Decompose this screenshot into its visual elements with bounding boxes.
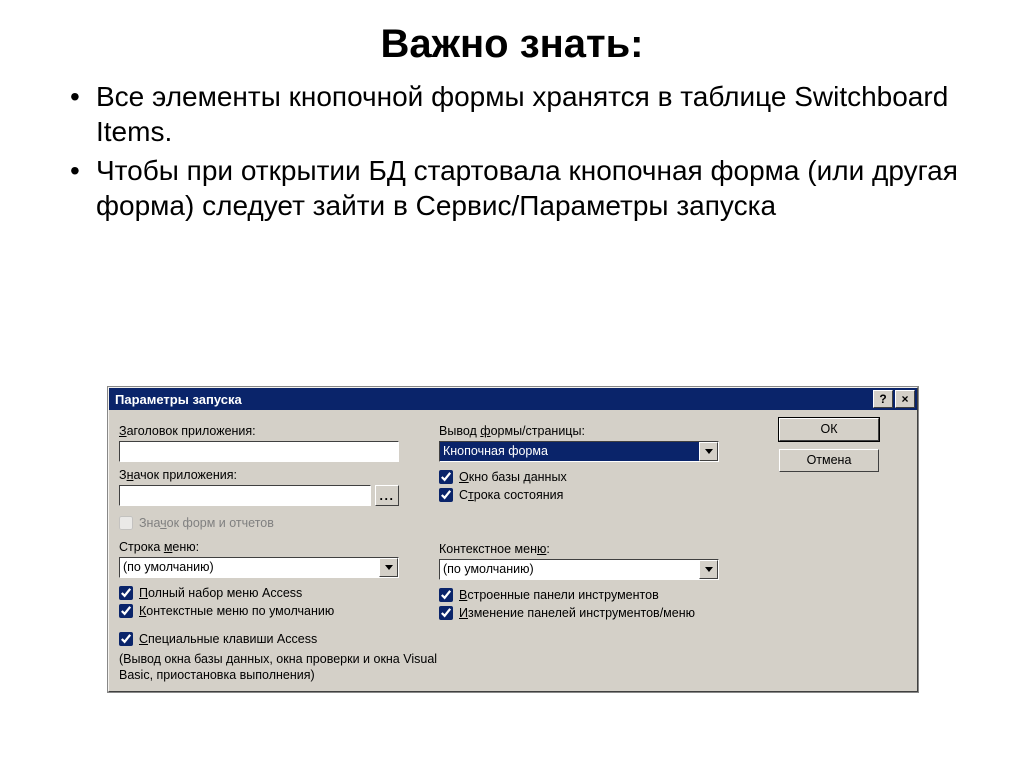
toolbar-changes-checkbox[interactable]: Изменение панелей инструментов/меню	[439, 606, 759, 620]
help-button[interactable]: ?	[873, 390, 893, 408]
status-bar-box[interactable]	[439, 488, 453, 502]
menu-bar-label: Строка меню:	[119, 540, 439, 554]
app-title-input[interactable]	[119, 441, 399, 462]
icon-forms-reports-checkbox: Значок форм и отчетов	[119, 516, 439, 530]
app-icon-input[interactable]	[119, 485, 371, 506]
status-bar-label: Строка состояния	[459, 488, 563, 502]
db-window-label: Окно базы данных	[459, 470, 567, 484]
bullet-2: Чтобы при открытии БД стартовала кнопочн…	[70, 153, 984, 223]
close-button[interactable]: ×	[895, 390, 915, 408]
toolbar-changes-label: Изменение панелей инструментов/меню	[459, 606, 695, 620]
browse-button[interactable]: ...	[375, 485, 399, 506]
icon-forms-reports-box	[119, 516, 133, 530]
full-menus-checkbox[interactable]: Полный набор меню Access	[119, 586, 439, 600]
icon-forms-reports-label: Значок форм и отчетов	[139, 516, 274, 530]
button-column: ОК Отмена	[759, 418, 899, 683]
bullet-1: Все элементы кнопочной формы хранятся в …	[70, 79, 984, 149]
status-bar-checkbox[interactable]: Строка состояния	[439, 488, 759, 502]
menu-bar-combo[interactable]: (по умолчанию)	[119, 557, 399, 578]
display-form-label: Вывод формы/страницы:	[439, 424, 759, 438]
full-menus-box[interactable]	[119, 586, 133, 600]
db-window-box[interactable]	[439, 470, 453, 484]
shortcut-menu-dropdown-button[interactable]	[699, 560, 718, 579]
app-icon-label: Значок приложения:	[119, 468, 439, 482]
builtin-toolbars-box[interactable]	[439, 588, 453, 602]
menu-bar-value: (по умолчанию)	[120, 558, 379, 577]
special-keys-checkbox[interactable]: Специальные клавиши Access	[119, 632, 439, 646]
slide: Важно знать: Все элементы кнопочной форм…	[0, 22, 1024, 767]
db-window-checkbox[interactable]: Окно базы данных	[439, 470, 759, 484]
app-icon-row: ...	[119, 485, 399, 506]
menu-bar-dropdown-button[interactable]	[379, 558, 398, 577]
special-keys-note: (Вывод окна базы данных, окна проверки и…	[119, 652, 449, 683]
display-form-combo[interactable]: Кнопочная форма	[439, 441, 719, 462]
shortcut-menu-label: Контекстное меню:	[439, 542, 759, 556]
left-column: Заголовок приложения: Значок приложения:…	[119, 418, 439, 683]
shortcut-menu-combo[interactable]: (по умолчанию)	[439, 559, 719, 580]
default-shortcut-label: Контекстные меню по умолчанию	[139, 604, 334, 618]
bullet-list: Все элементы кнопочной формы хранятся в …	[70, 79, 984, 223]
default-shortcut-checkbox[interactable]: Контекстные меню по умолчанию	[119, 604, 439, 618]
dialog-title: Параметры запуска	[115, 392, 242, 407]
chevron-down-icon	[705, 449, 713, 454]
cancel-button[interactable]: Отмена	[779, 449, 879, 472]
default-shortcut-box[interactable]	[119, 604, 133, 618]
builtin-toolbars-label: Встроенные панели инструментов	[459, 588, 659, 602]
app-title-label: Заголовок приложения:	[119, 424, 439, 438]
mid-column: Вывод формы/страницы: Кнопочная форма Ок…	[439, 418, 759, 683]
display-form-dropdown-button[interactable]	[699, 442, 718, 461]
startup-dialog: Параметры запуска ? × Заголовок приложен…	[108, 387, 918, 692]
chevron-down-icon	[385, 565, 393, 570]
builtin-toolbars-checkbox[interactable]: Встроенные панели инструментов	[439, 588, 759, 602]
full-menus-label: Полный набор меню Access	[139, 586, 302, 600]
chevron-down-icon	[705, 567, 713, 572]
special-keys-label: Специальные клавиши Access	[139, 632, 317, 646]
dialog-body: Заголовок приложения: Значок приложения:…	[109, 410, 917, 691]
special-keys-box[interactable]	[119, 632, 133, 646]
slide-title: Важно знать:	[0, 22, 1024, 67]
shortcut-menu-value: (по умолчанию)	[440, 560, 699, 579]
display-form-value: Кнопочная форма	[440, 442, 699, 461]
ok-button[interactable]: ОК	[779, 418, 879, 441]
titlebar[interactable]: Параметры запуска ? ×	[109, 388, 917, 410]
toolbar-changes-box[interactable]	[439, 606, 453, 620]
